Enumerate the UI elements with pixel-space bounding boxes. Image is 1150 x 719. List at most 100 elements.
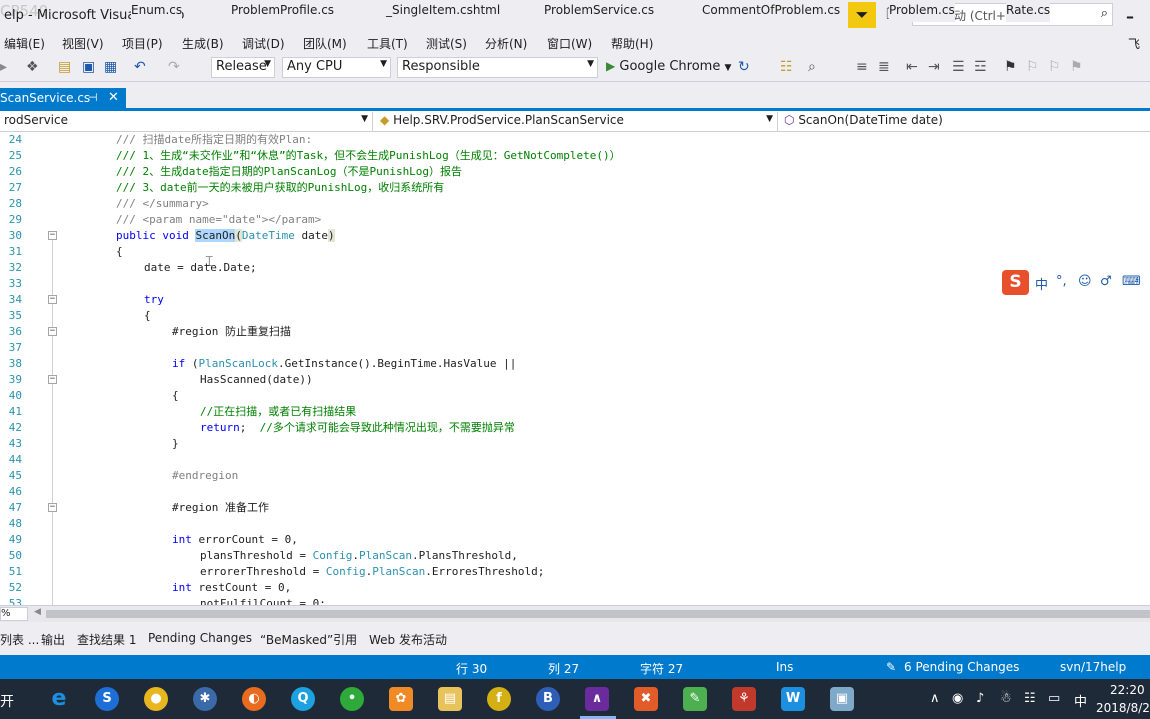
notepad-icon[interactable]: ✎ xyxy=(683,687,707,711)
menu-edit[interactable]: 编辑(E) xyxy=(4,35,45,52)
new-project-icon[interactable]: ❖ xyxy=(26,58,39,76)
indent-icon[interactable]: ⇥ xyxy=(928,58,940,76)
member-dropdown[interactable]: ⬡ ScanOn(DateTime date) xyxy=(780,112,1150,131)
xampp-icon[interactable]: ✖ xyxy=(634,687,658,711)
code-editor[interactable]: 24/// 扫描date所指定日期的有效Plan: 25/// 1、生成“未交作… xyxy=(0,132,1150,605)
clear-bookmarks-icon[interactable]: ⚑ xyxy=(1070,58,1083,76)
redo-icon[interactable]: ↷ xyxy=(168,58,180,76)
wifi-icon[interactable]: ☷ xyxy=(1024,691,1036,706)
edge-icon[interactable]: e xyxy=(47,687,71,711)
bug-icon[interactable]: ⚘ xyxy=(732,687,756,711)
prev-bookmark-icon[interactable]: ⚐ xyxy=(1026,58,1039,76)
menu-project[interactable]: 项目(P) xyxy=(122,35,163,52)
baidu-icon[interactable]: B xyxy=(536,687,560,711)
pin-icon[interactable]: ⊣ xyxy=(88,91,98,104)
photo-icon[interactable]: ✿ xyxy=(389,687,413,711)
menu-build[interactable]: 生成(B) xyxy=(182,35,224,52)
save-all-icon[interactable]: ▦ xyxy=(104,58,117,76)
undo-icon[interactable]: ↶ xyxy=(134,58,146,76)
tab-rate[interactable]: Rate.cs xyxy=(1006,0,1051,22)
menu-tools[interactable]: 工具(T) xyxy=(367,35,408,52)
show-hidden-icons[interactable]: ∧ xyxy=(930,691,940,706)
tab-pending-changes[interactable]: Pending Changes xyxy=(148,631,252,645)
tab-output[interactable]: 输出 xyxy=(41,631,65,648)
type-dropdown[interactable]: ◆ Help.SRV.ProdService.PlanScanService ▼ xyxy=(376,112,778,131)
menu-user[interactable]: 飞 xyxy=(1128,35,1140,52)
menu-window[interactable]: 窗口(W) xyxy=(547,35,592,52)
navigate-forward-icon[interactable]: ▸ xyxy=(0,58,7,76)
next-bookmark-icon[interactable]: ⚐ xyxy=(1048,58,1061,76)
folder-icon[interactable]: ▤ xyxy=(438,687,462,711)
menu-team[interactable]: 团队(M) xyxy=(303,35,347,52)
bookmark-icon[interactable]: ⚑ xyxy=(1004,58,1017,76)
clock-date[interactable]: 2018/8/2 xyxy=(1096,701,1150,715)
startup-project-select[interactable]: Responsible ▼ xyxy=(397,57,598,78)
wps-icon[interactable]: W xyxy=(781,687,805,711)
firefox-icon[interactable]: ◐ xyxy=(242,687,266,711)
skype-icon[interactable]: S xyxy=(95,687,119,711)
minimize-button[interactable]: – xyxy=(1126,7,1134,26)
outdent-icon[interactable]: ⇤ xyxy=(906,58,918,76)
qq-tray-icon[interactable]: ☃ xyxy=(1000,691,1012,706)
keyboard-icon[interactable]: ⌨ xyxy=(1122,274,1141,289)
tab-scanservice[interactable]: ScanService.cs ⊣ ✕ xyxy=(0,88,126,110)
volume-icon[interactable]: ♪ xyxy=(976,691,984,706)
pending-changes-status[interactable]: 6 Pending Changes xyxy=(904,660,1019,674)
collapse-icon[interactable]: − xyxy=(48,327,57,336)
uncomment-icon[interactable]: ☲ xyxy=(974,58,987,76)
ime-indicator[interactable]: 中 xyxy=(1074,691,1087,710)
save-icon[interactable]: ▣ xyxy=(82,58,95,76)
refresh-icon[interactable]: ↻ xyxy=(738,58,750,76)
repository-status[interactable]: svn/17help xyxy=(1060,660,1126,674)
emoji-icon[interactable]: ☺ xyxy=(1078,274,1092,289)
tab-problem[interactable]: Problem.cs xyxy=(889,0,955,22)
tab-problemservice[interactable]: ProblemService.cs xyxy=(544,0,655,22)
visual-studio-icon[interactable]: ∧ xyxy=(585,687,609,711)
scroll-left-icon[interactable]: ◀ xyxy=(34,607,41,617)
battery-icon[interactable]: ▭ xyxy=(1048,691,1060,706)
clock-time[interactable]: 22:20 xyxy=(1110,683,1145,697)
open-folder-icon[interactable]: ▤ xyxy=(58,58,71,76)
tab-references[interactable]: “BeMasked”引用 xyxy=(260,631,357,648)
foobar-icon[interactable]: f xyxy=(487,687,511,711)
step-over-icon[interactable]: ≣ xyxy=(878,58,890,76)
comment-icon[interactable]: ☰ xyxy=(952,58,965,76)
collapse-icon[interactable]: − xyxy=(48,295,57,304)
menu-debug[interactable]: 调试(D) xyxy=(242,35,285,52)
step-icon[interactable]: ≡ xyxy=(856,58,868,76)
horizontal-scrollbar[interactable]: % ◀ xyxy=(0,605,1150,622)
collapse-icon[interactable]: − xyxy=(48,375,57,384)
solution-config-select[interactable]: Release ▼ xyxy=(211,57,275,78)
wechat-icon[interactable]: • xyxy=(340,687,364,711)
menu-analyze[interactable]: 分析(N) xyxy=(485,35,527,52)
microphone-icon[interactable]: ♂ xyxy=(1100,274,1112,289)
menu-help[interactable]: 帮助(H) xyxy=(611,35,653,52)
chrome-icon[interactable]: ● xyxy=(144,687,168,711)
ime-toolbar[interactable]: S 中 °, ☺ ♂ ⌨ xyxy=(1002,269,1150,297)
close-icon[interactable]: ✕ xyxy=(108,90,119,105)
tab-problemprofile[interactable]: ProblemProfile.cs xyxy=(231,0,335,22)
menu-test[interactable]: 测试(S) xyxy=(426,35,467,52)
tab-enum[interactable]: Enum.cs xyxy=(131,0,183,22)
notification-filter-icon[interactable]: ⏷ xyxy=(848,2,876,28)
platform-select[interactable]: Any CPU ▼ xyxy=(282,57,391,78)
tab-commentofproblem[interactable]: CommentOfProblem.cs xyxy=(702,0,841,22)
ime-mode[interactable]: 中 xyxy=(1035,274,1048,293)
find-icon[interactable]: ⌕ xyxy=(808,58,816,76)
tab-singleitem[interactable]: _SingleItem.cshtml xyxy=(386,0,501,22)
collapse-icon[interactable]: − xyxy=(48,231,57,240)
tab-error-list[interactable]: 列表 ... xyxy=(0,631,39,648)
punctuation-icon[interactable]: °, xyxy=(1056,274,1067,289)
qq-browser-icon[interactable]: Q xyxy=(291,687,315,711)
tab-web-publish[interactable]: Web 发布活动 xyxy=(369,631,447,648)
scrollbar-thumb[interactable] xyxy=(46,610,1150,618)
network-share-icon[interactable]: ◉ xyxy=(952,691,963,706)
zoom-select[interactable]: % xyxy=(0,607,28,621)
run-button[interactable]: ▶ Google Chrome ▼ xyxy=(606,59,731,74)
start-button[interactable]: 开 xyxy=(0,691,14,711)
safari-icon[interactable]: ✱ xyxy=(193,687,217,711)
project-dropdown[interactable]: rodService ▼ xyxy=(0,112,373,131)
screenshot-icon[interactable]: ▣ xyxy=(830,687,854,711)
collapse-icon[interactable]: − xyxy=(48,503,57,512)
browser-link-icon[interactable]: ☷ xyxy=(780,58,793,76)
